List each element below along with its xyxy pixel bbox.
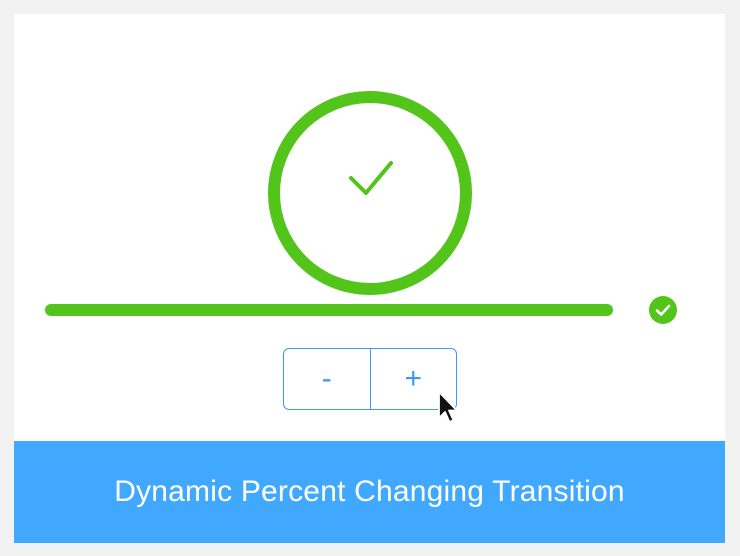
increase-button[interactable]: + [369, 349, 457, 409]
percent-button-group: - + [283, 348, 457, 410]
demo-card: - + Dynamic Percent Changing Transition [14, 14, 725, 543]
demo-title-banner: Dynamic Percent Changing Transition [14, 441, 725, 543]
circle-progress [267, 90, 473, 296]
line-progress-fill [45, 304, 613, 316]
check-icon [349, 161, 393, 195]
line-progress-track [45, 304, 613, 316]
screenshot-canvas: - + Dynamic Percent Changing Transition [0, 0, 740, 556]
decrease-button[interactable]: - [284, 349, 370, 409]
circle-progress-fill [268, 91, 472, 295]
check-circle-icon [648, 295, 678, 325]
line-progress [45, 294, 695, 326]
demo-title: Dynamic Percent Changing Transition [114, 475, 625, 508]
